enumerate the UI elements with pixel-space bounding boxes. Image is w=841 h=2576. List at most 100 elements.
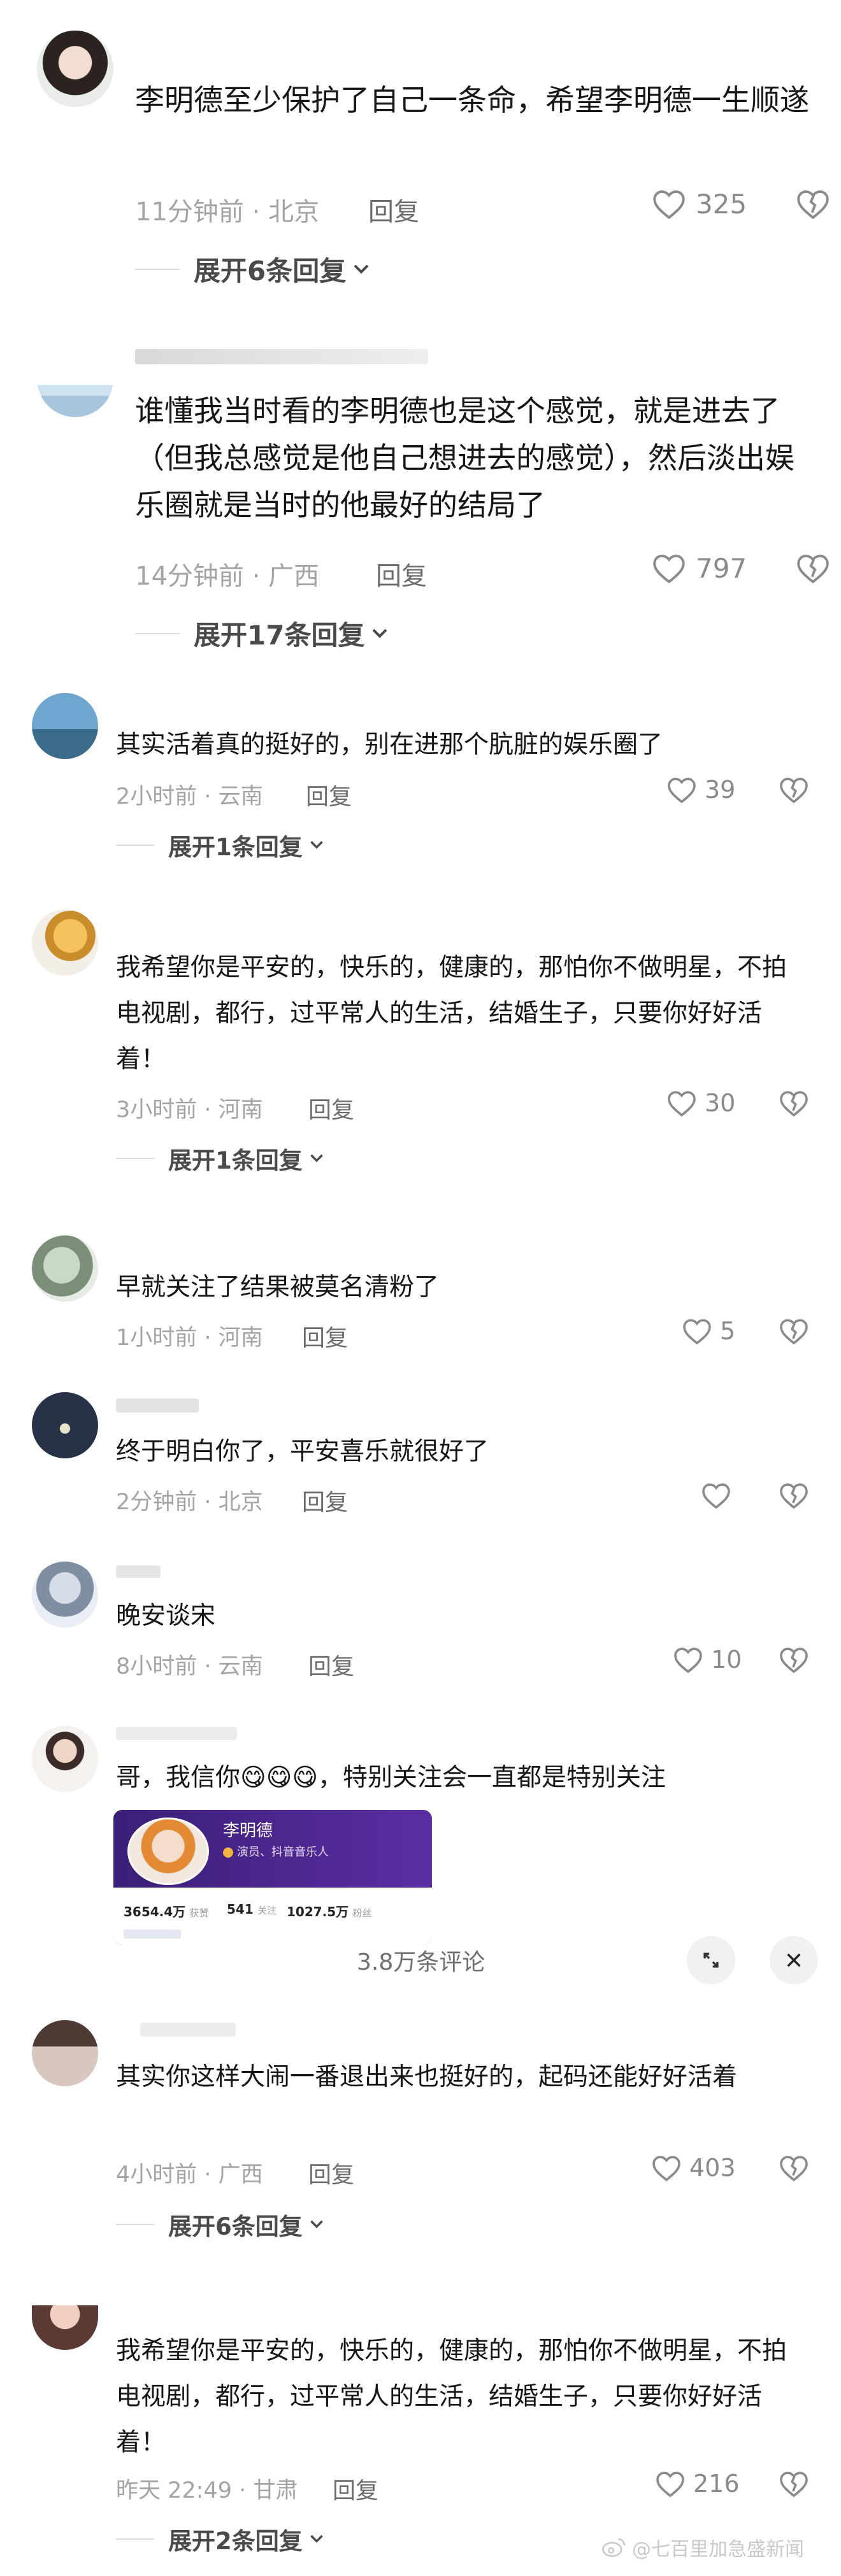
like-button[interactable]: 39 <box>666 776 735 804</box>
dislike-button[interactable] <box>779 2470 809 2500</box>
chevron-down-icon <box>354 264 369 274</box>
heart-icon <box>683 1319 711 1345</box>
comment-location: 云南 <box>218 1654 263 1679</box>
reply-button[interactable]: 回复 <box>333 2472 378 2505</box>
reply-button[interactable]: 回复 <box>306 778 352 811</box>
comment-time: 2分钟前 <box>116 1490 198 1515</box>
broken-heart-icon <box>780 1647 808 1674</box>
like-button[interactable]: 403 <box>651 2154 736 2182</box>
like-button[interactable] <box>701 1481 731 1509</box>
like-count: 325 <box>696 188 747 220</box>
avatar[interactable] <box>32 1392 98 1458</box>
comment-meta: 昨天 22:49 · 甘肃 <box>116 2478 298 2503</box>
comment-text: 其实你这样大闹一番退出来也挺好的，起码还能好好活着 <box>116 2063 738 2091</box>
username-faint <box>116 1727 237 1740</box>
weibo-icon <box>602 2538 626 2557</box>
heart-icon <box>652 2156 680 2182</box>
comment-time: 4小时前 <box>116 2162 198 2188</box>
expand-icon <box>703 1953 719 1968</box>
expand-replies-button[interactable]: 展开6条回复 <box>135 250 370 288</box>
comment-time: 3小时前 <box>116 1097 198 1123</box>
comment-location: 北京 <box>268 197 320 227</box>
broken-heart-icon <box>797 190 829 220</box>
reply-button[interactable]: 回复 <box>308 1648 354 1681</box>
avatar[interactable] <box>32 693 98 759</box>
chevron-down-icon <box>310 841 323 849</box>
like-count: 10 <box>711 1646 742 1674</box>
profile-role-text: 演员、抖音音乐人 <box>237 1846 329 1859</box>
like-count: 403 <box>689 2154 736 2182</box>
avatar[interactable] <box>37 31 113 107</box>
comment-location: 河南 <box>218 1325 263 1351</box>
reply-button[interactable]: 回复 <box>302 1320 348 1353</box>
expand-replies-button[interactable]: 展开1条回复 <box>116 828 324 862</box>
dislike-button[interactable] <box>779 1089 809 1120</box>
dislike-button[interactable] <box>779 1481 809 1512</box>
like-button[interactable]: 10 <box>673 1646 742 1674</box>
chevron-down-icon <box>310 2220 323 2228</box>
watermark-text: @七百里加急盛新闻 <box>632 2538 804 2561</box>
avatar[interactable] <box>32 2020 98 2086</box>
comment-location: 河南 <box>218 1097 263 1123</box>
comment-meta: 1小时前 · 河南 <box>116 1325 263 1351</box>
like-button[interactable]: 5 <box>682 1317 735 1345</box>
expand-replies-button[interactable]: 展开6条回复 <box>116 2207 324 2242</box>
like-button[interactable]: 30 <box>666 1089 735 1117</box>
dislike-button[interactable] <box>779 1317 809 1348</box>
username-faint <box>116 1565 161 1578</box>
like-button[interactable]: 216 <box>655 2470 740 2498</box>
expand-replies-label: 展开1条回复 <box>168 1147 303 1174</box>
dislike-button[interactable] <box>779 776 809 806</box>
avatar[interactable] <box>32 1562 98 1628</box>
broken-heart-icon <box>780 2156 808 2182</box>
expand-view-button[interactable] <box>687 1936 735 1984</box>
comment-text: 我希望你是平安的，快乐的，健康的，那怕你不做明星，不拍电视剧，都行，过平常人的生… <box>116 953 787 1074</box>
divider-line <box>116 2224 154 2225</box>
dislike-button[interactable] <box>795 552 831 587</box>
avatar[interactable] <box>32 1726 98 1792</box>
like-button[interactable]: 797 <box>651 552 747 584</box>
expand-replies-button[interactable]: 展开2条回复 <box>116 2522 324 2556</box>
comment-text: 早就关注了结果被莫名清粉了 <box>116 1273 440 1302</box>
stat-following: 541 关注 <box>227 1902 277 1917</box>
expand-replies-button[interactable]: 展开17条回复 <box>135 614 389 653</box>
reply-button[interactable]: 回复 <box>368 191 419 228</box>
expand-replies-label: 展开6条回复 <box>168 2213 303 2240</box>
expand-replies-button[interactable]: 展开1条回复 <box>116 1141 324 1176</box>
reply-button[interactable]: 回复 <box>308 1092 354 1125</box>
like-count: 797 <box>696 552 747 584</box>
dislike-button[interactable] <box>779 1646 809 1676</box>
broken-heart-icon <box>780 1319 808 1345</box>
username-faint <box>116 1398 199 1413</box>
chevron-down-icon <box>373 629 387 638</box>
reply-button[interactable]: 回复 <box>308 2156 354 2189</box>
reply-button[interactable]: 回复 <box>302 1484 348 1517</box>
divider-line <box>116 844 154 846</box>
divider-line <box>116 2538 154 2540</box>
avatar[interactable] <box>32 1235 98 1302</box>
profile-role: 演员、抖音音乐人 <box>223 1843 329 1860</box>
avatar[interactable] <box>32 909 98 976</box>
dislike-button[interactable] <box>779 2154 809 2184</box>
profile-card-avatar <box>127 1818 209 1885</box>
close-button[interactable] <box>770 1936 818 1984</box>
like-button[interactable]: 325 <box>651 188 747 220</box>
comment-text: 终于明白你了，平安喜乐就很好了 <box>116 1437 489 1466</box>
profile-card[interactable]: 李明德 演员、抖音音乐人 3654.4万 获赞 541 关注 1027.5万 粉… <box>113 1810 432 1945</box>
comment-time: 1小时前 <box>116 1325 198 1351</box>
expand-replies-label: 展开1条回复 <box>168 834 303 861</box>
comment-meta: 3小时前 · 河南 <box>116 1097 263 1123</box>
divider-line <box>135 632 180 634</box>
like-count: 30 <box>705 1089 736 1117</box>
comment-location: 云南 <box>218 784 263 809</box>
like-count: 39 <box>705 776 736 804</box>
dislike-button[interactable] <box>795 188 831 222</box>
reply-button[interactable]: 回复 <box>376 555 427 592</box>
close-icon <box>787 1953 801 1967</box>
broken-heart-icon <box>797 554 829 584</box>
profile-name: 李明德 <box>223 1821 273 1840</box>
comment-text: 其实活着真的挺好的，别在进那个肮脏的娱乐圈了 <box>116 730 663 759</box>
comment-time: 2小时前 <box>116 784 198 809</box>
avatar[interactable] <box>37 341 113 417</box>
avatar[interactable] <box>32 2305 98 2350</box>
